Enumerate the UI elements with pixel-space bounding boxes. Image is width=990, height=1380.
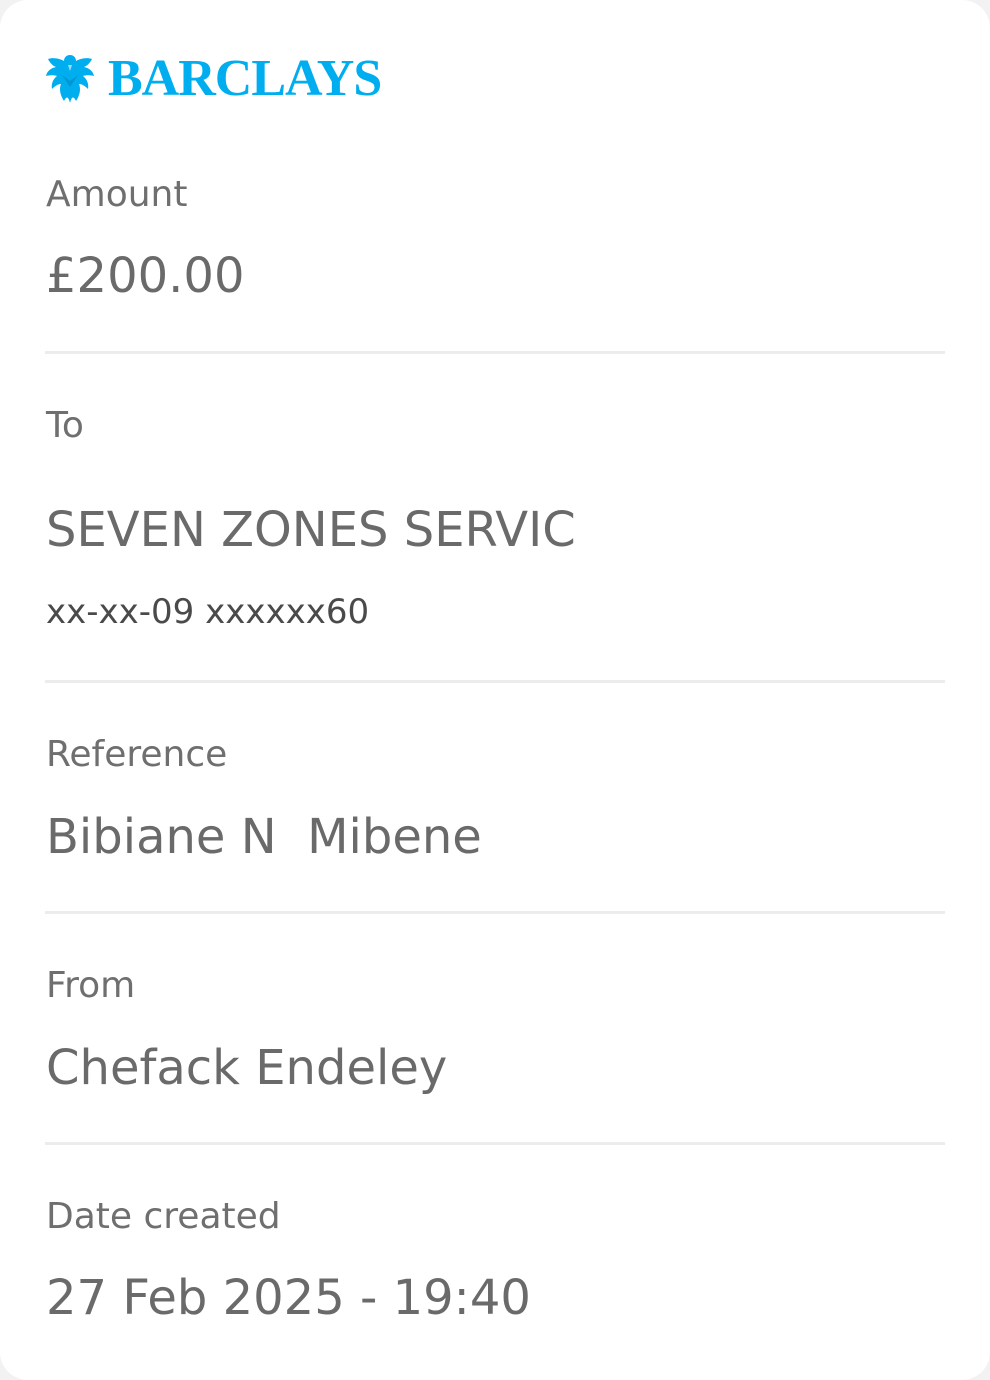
date-created-label: Date created — [46, 1196, 281, 1237]
barclays-logo: BARCLAYS — [44, 50, 382, 108]
reference-value: Bibiane N Mibene — [46, 809, 482, 865]
divider — [45, 351, 945, 354]
amount-value: £200.00 — [46, 248, 245, 304]
reference-label: Reference — [46, 734, 228, 775]
eagle-icon — [44, 51, 96, 107]
from-label: From — [46, 965, 136, 1006]
recipient-name: SEVEN ZONES SERVIC — [46, 502, 576, 558]
divider — [45, 1142, 945, 1145]
brand-name: BARCLAYS — [108, 50, 382, 107]
recipient-account: xx-xx-09 xxxxxx60 — [46, 592, 370, 632]
divider — [45, 911, 945, 914]
amount-label: Amount — [46, 174, 188, 215]
payment-details-card: BARCLAYS Amount £200.00 To SEVEN ZONES S… — [0, 0, 990, 1380]
to-label: To — [46, 405, 84, 446]
divider — [45, 680, 945, 683]
date-created-value: 27 Feb 2025 - 19:40 — [46, 1270, 531, 1326]
from-value: Chefack Endeley — [46, 1040, 448, 1096]
